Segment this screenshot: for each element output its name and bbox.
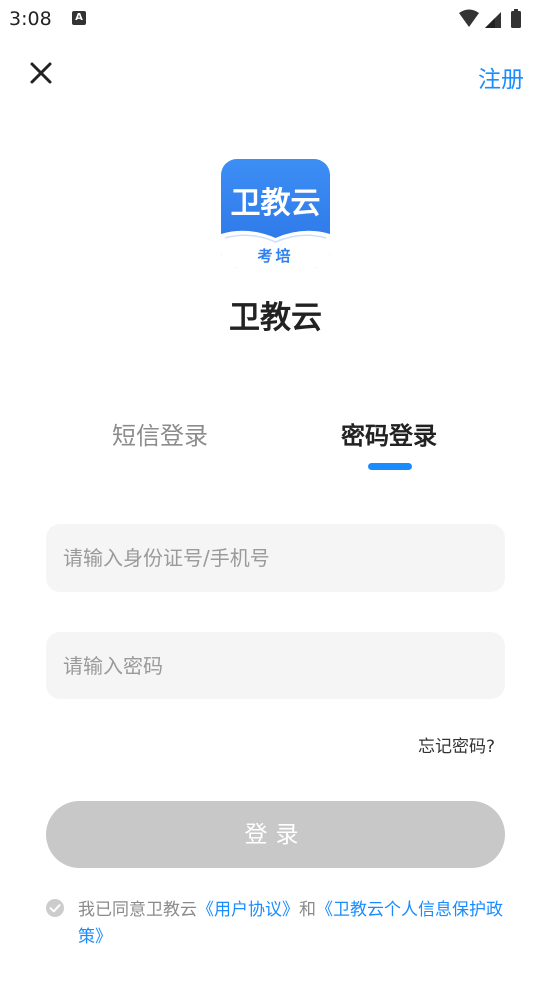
close-icon [30, 62, 52, 84]
forgot-password-link[interactable]: 忘记密码? [418, 732, 495, 757]
agreement-checkbox[interactable] [46, 899, 64, 917]
logo-subtitle: 考培 [257, 247, 293, 265]
agreement-text: 我已同意卫教云《用户协议》和《卫教云个人信息保护政策》 [78, 897, 518, 951]
app-logo: 卫教云 考培 [221, 159, 330, 268]
battery-icon [511, 11, 521, 28]
account-input[interactable] [46, 524, 505, 592]
notification-a-icon: A [72, 11, 86, 25]
wifi-icon [459, 9, 479, 27]
tab-sms-login[interactable]: 短信登录 [112, 416, 208, 451]
user-agreement-link[interactable]: 《用户协议》 [197, 900, 299, 920]
app-name: 卫教云 [229, 300, 322, 336]
tab-password-login[interactable]: 密码登录 [341, 416, 437, 451]
logo-title: 卫教云 [231, 186, 321, 221]
close-button[interactable] [26, 58, 56, 88]
active-tab-indicator [368, 463, 412, 470]
agreement-conjunction: 和 [299, 900, 316, 920]
account-field-container [46, 524, 505, 592]
status-bar: 3:08 A [0, 0, 551, 38]
password-field-container [46, 632, 505, 699]
login-button[interactable]: 登录 [46, 801, 505, 868]
signal-battery-icons [459, 9, 521, 28]
register-link[interactable]: 注册 [478, 60, 524, 94]
agreement-prefix: 我已同意卫教云 [78, 900, 197, 920]
password-input[interactable] [46, 632, 505, 699]
status-time: 3:08 [9, 8, 52, 30]
